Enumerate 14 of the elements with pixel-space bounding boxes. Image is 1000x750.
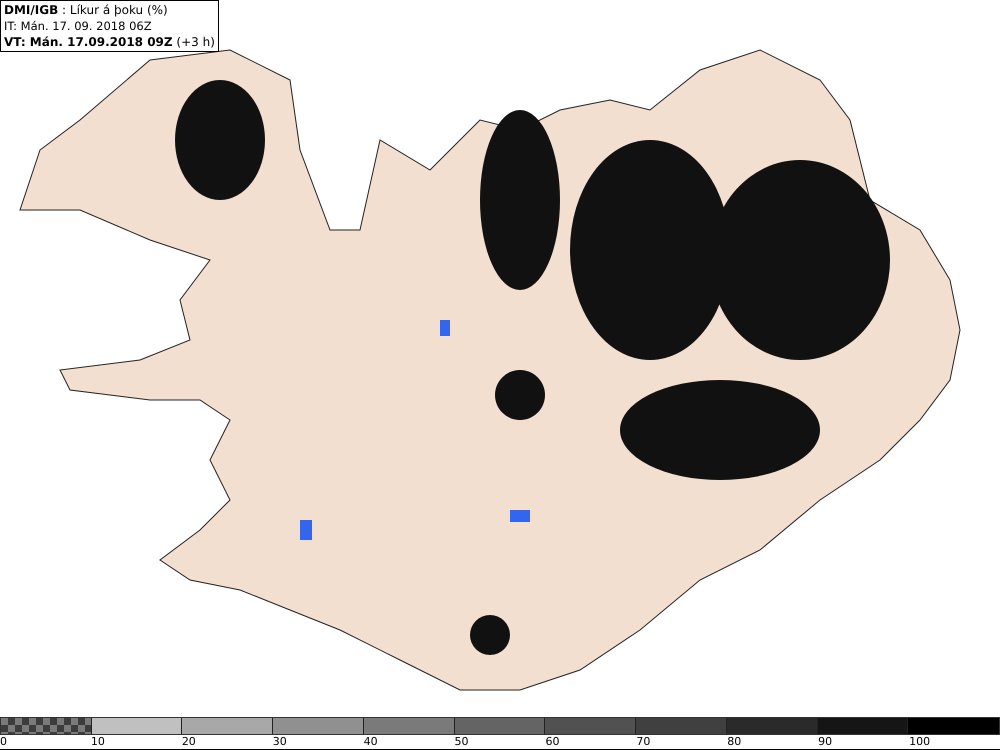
legend-label: 20 xyxy=(182,735,196,749)
legend-label: 50 xyxy=(454,735,469,749)
legend-label: 0 xyxy=(0,735,7,749)
legend-label: 70 xyxy=(636,735,650,749)
info-text: IT: Mán. 17. 09. 2018 06Z xyxy=(4,18,153,34)
info-text: VT: Mán. 17.09.2018 09Z (+3 h) xyxy=(4,34,215,50)
legend-label: 10 xyxy=(90,735,105,749)
legend-label: 60 xyxy=(545,735,560,749)
legend-label: 90 xyxy=(818,735,832,749)
legend-label: 40 xyxy=(364,735,378,749)
legend-label: 80 xyxy=(727,735,742,749)
legend-label: 100 xyxy=(909,735,930,749)
legend-label: 30 xyxy=(272,735,287,749)
info-text: DMI/IGB : Líkur á þoku (%) xyxy=(4,2,169,18)
